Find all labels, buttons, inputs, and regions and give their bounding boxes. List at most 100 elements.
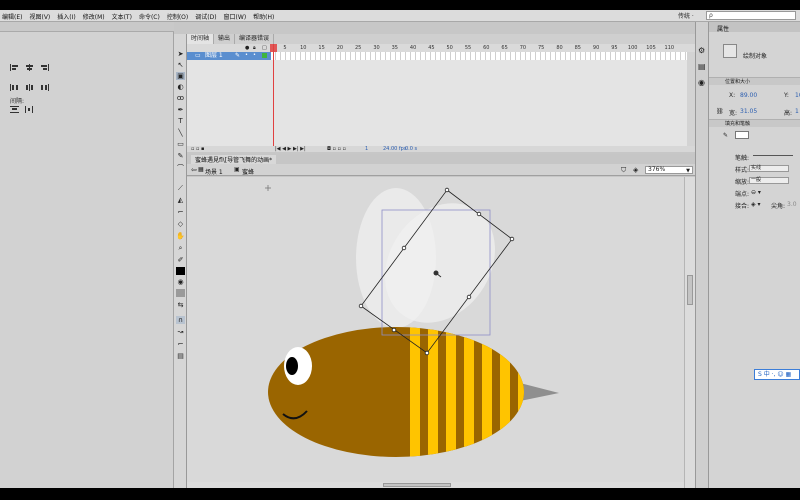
selection-tool-icon[interactable]: ➤ — [176, 50, 185, 58]
onion-skin-icon[interactable]: ◘ ▫ ▫ ▫ — [327, 146, 346, 152]
color-panel-icon[interactable]: ⚙ — [698, 46, 705, 55]
edit-symbols-icon[interactable]: ◈ — [633, 166, 638, 174]
eye-icon[interactable]: ● — [245, 45, 249, 51]
menu-modify[interactable]: 修改(M) — [83, 12, 105, 21]
3d-rotation-tool-icon[interactable]: ◐ — [176, 83, 185, 91]
rectangle-tool-icon[interactable]: ▭ — [176, 140, 185, 148]
straighten-icon[interactable]: ⌐ — [176, 340, 185, 348]
fill-color-swatch[interactable] — [176, 289, 185, 297]
transform-handle[interactable] — [424, 350, 430, 356]
scale-select[interactable]: 一般 — [749, 177, 789, 184]
hand-tool-icon[interactable]: ✋ — [176, 232, 185, 240]
eraser-tool-icon[interactable]: ◇ — [176, 220, 185, 228]
transform-handle[interactable] — [401, 245, 407, 251]
menu-text[interactable]: 文本(T) — [112, 12, 132, 21]
stroke-color-icon[interactable]: ✐ — [176, 256, 185, 264]
cap-select[interactable]: ⊖ ▾ — [751, 189, 761, 196]
transform-handle[interactable] — [466, 294, 472, 300]
eyedropper-tool-icon[interactable]: ⌐ — [176, 208, 185, 216]
library-panel-icon[interactable]: ▤ — [698, 62, 706, 71]
outline-icon[interactable]: □ — [262, 45, 267, 51]
distribute-right-icon[interactable] — [40, 84, 49, 91]
distribute-left-icon[interactable] — [10, 84, 19, 91]
stage-vertical-scrollbar[interactable] — [684, 177, 695, 488]
zoom-tool-icon[interactable]: ⌕ — [176, 244, 185, 252]
outline-color-swatch[interactable] — [262, 53, 267, 58]
link-icon[interactable]: ⛓ — [716, 108, 724, 115]
smooth-icon[interactable]: ↝ — [176, 328, 185, 336]
document-tab[interactable]: 蜜蜂遇見fl\[导管飞舞的动画* — [191, 155, 277, 164]
lasso-tool-icon[interactable]: ꝏ — [176, 94, 185, 102]
stroke-color-swatch[interactable] — [735, 131, 749, 139]
new-layer-icon[interactable]: ▫ ▫ ▪ — [191, 146, 204, 152]
menu-view[interactable]: 视图(V) — [29, 12, 50, 21]
fill-color-icon[interactable]: ◉ — [176, 278, 185, 286]
snap-to-objects-icon[interactable]: ∩ — [176, 316, 185, 324]
tool-option-icon[interactable]: ▤ — [176, 352, 185, 360]
tab-timeline[interactable]: 时间轴 — [187, 34, 215, 44]
transform-handle[interactable] — [444, 187, 450, 193]
menu-edit[interactable]: 编辑(E) — [2, 12, 22, 21]
transform-handle[interactable] — [358, 303, 364, 309]
menu-window[interactable]: 窗口(W) — [224, 12, 247, 21]
back-arrow-icon[interactable]: ⇦ — [191, 166, 197, 174]
tab-compiler-errors[interactable]: 编译器错误 — [235, 34, 275, 44]
transform-handle[interactable] — [476, 211, 482, 217]
text-tool-icon[interactable]: T — [176, 117, 185, 125]
width-value[interactable]: 31.05 — [740, 108, 757, 115]
bee-stripe[interactable] — [482, 317, 492, 467]
line-tool-icon[interactable]: ╲ — [176, 129, 185, 137]
miter-value[interactable]: 3.0 — [787, 201, 797, 208]
playhead[interactable] — [273, 44, 274, 146]
scene-breadcrumb[interactable]: 场景 1 — [205, 167, 223, 176]
paint-bucket-tool-icon[interactable]: ◭ — [176, 196, 185, 204]
pen-tool-icon[interactable]: ✒ — [176, 106, 185, 114]
properties-tab[interactable]: 属性 — [709, 22, 800, 33]
bee-eye-pupil[interactable] — [286, 357, 298, 375]
stage-canvas[interactable] — [187, 177, 684, 488]
transform-handle[interactable] — [391, 327, 397, 333]
bee-stripe[interactable] — [500, 317, 510, 467]
space-vertical-icon[interactable] — [10, 106, 19, 113]
subselection-tool-icon[interactable]: ↖ — [176, 61, 185, 69]
stroke-slider[interactable] — [753, 155, 793, 156]
brush-tool-icon[interactable]: ⌒ — [176, 164, 185, 172]
free-transform-tool-icon[interactable]: ▣ — [176, 72, 185, 80]
pencil-tool-icon[interactable]: ✎ — [176, 152, 185, 160]
components-panel-icon[interactable]: ◉ — [698, 78, 705, 87]
join-select[interactable]: ◈ ▾ — [751, 201, 761, 208]
stroke-style-select[interactable]: 实线 — [749, 165, 789, 172]
zoom-dropdown[interactable]: 376% ▼ — [645, 166, 693, 174]
symbol-breadcrumb[interactable]: 蜜蜂 — [242, 167, 254, 176]
transform-handle[interactable] — [509, 236, 515, 242]
scrollbar-thumb[interactable] — [687, 275, 693, 305]
tab-output[interactable]: 输出 — [214, 34, 236, 44]
align-hcenter-icon[interactable] — [25, 64, 34, 71]
stroke-color-swatch[interactable] — [176, 267, 185, 275]
bee-stripe[interactable] — [464, 317, 474, 467]
fill-stroke-section-header[interactable]: 填充和笔触 — [709, 119, 800, 127]
frame-cells[interactable] — [271, 52, 687, 60]
bee-stripe[interactable] — [428, 317, 438, 467]
distribute-center-icon[interactable] — [25, 84, 34, 91]
menu-control[interactable]: 控制(O) — [167, 12, 188, 21]
layer-row[interactable]: ▭ 图层 1 ✎ • • — [187, 52, 271, 60]
menu-commands[interactable]: 命令(C) — [139, 12, 160, 21]
bee-stinger[interactable] — [520, 383, 559, 401]
bee-stripe[interactable] — [446, 317, 456, 467]
timeline-scrollbar[interactable] — [687, 52, 695, 146]
swap-colors-icon[interactable]: ⇆ — [176, 301, 185, 309]
menu-insert[interactable]: 插入(I) — [57, 12, 75, 21]
space-horizontal-icon[interactable] — [25, 106, 34, 113]
menu-help[interactable]: 帮助(H) — [253, 12, 274, 21]
ime-toolbar[interactable]: S 中 ·, ☺ ▦ — [754, 369, 800, 380]
align-right-icon[interactable] — [40, 64, 49, 71]
align-left-icon[interactable] — [10, 64, 19, 71]
edit-scene-icon[interactable]: ⛉ — [621, 166, 626, 175]
position-size-section-header[interactable]: 位置和大小 — [709, 77, 800, 85]
y-value[interactable]: 10 — [795, 92, 800, 99]
scrollbar-thumb[interactable] — [383, 483, 451, 487]
bone-tool-icon[interactable]: ⟋ — [176, 184, 185, 192]
height-value[interactable]: 1 — [795, 108, 799, 115]
menu-debug[interactable]: 调试(D) — [195, 12, 216, 21]
